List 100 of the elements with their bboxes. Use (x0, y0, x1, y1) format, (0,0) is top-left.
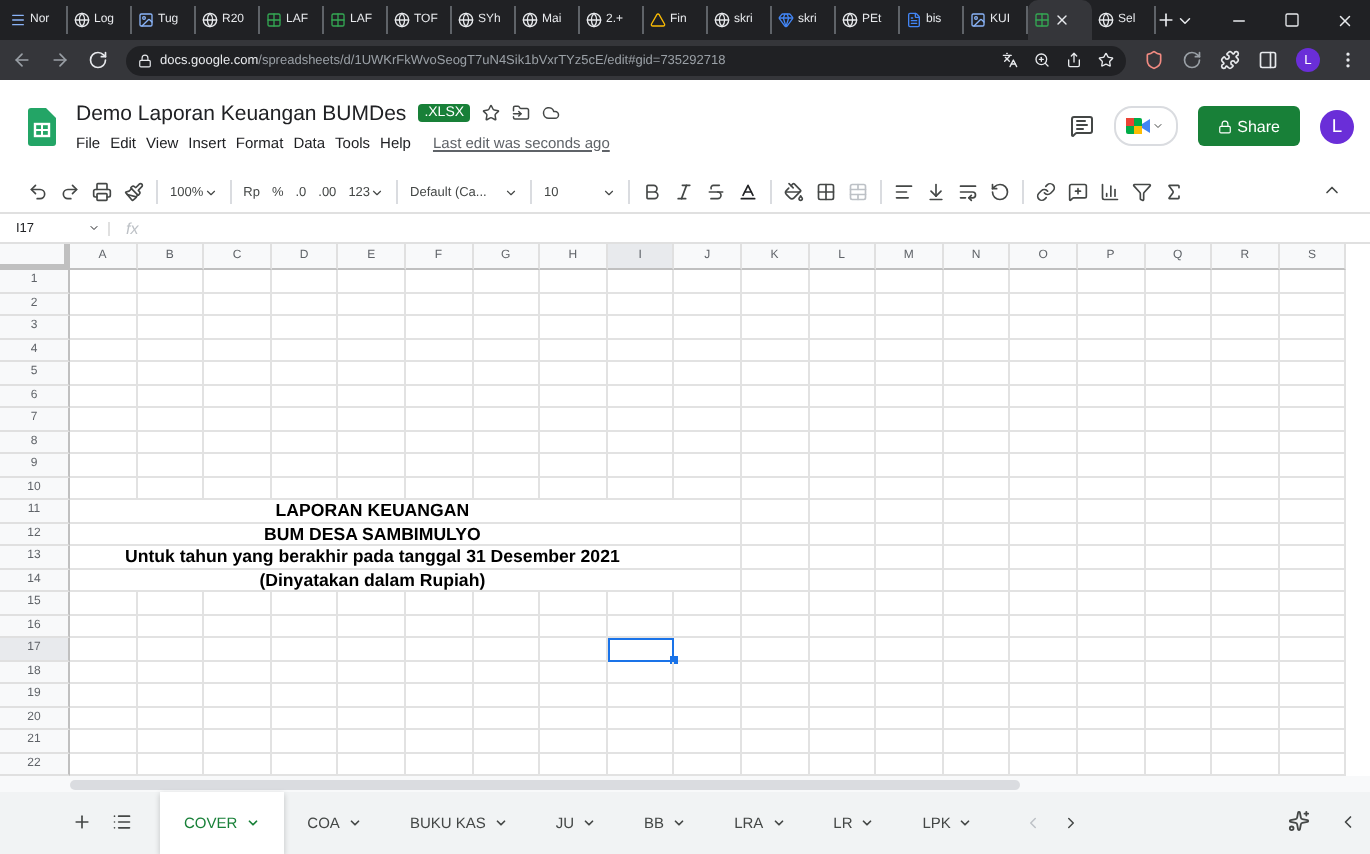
grid-cell[interactable] (943, 500, 1011, 523)
grid-cell[interactable] (607, 615, 675, 638)
grid-cell[interactable] (1077, 500, 1145, 523)
grid-cell[interactable] (741, 270, 810, 293)
grid-cell[interactable] (137, 454, 205, 477)
close-icon[interactable] (1054, 12, 1070, 28)
grid-cell[interactable] (943, 592, 1011, 615)
grid-cell[interactable] (70, 730, 138, 753)
grid-cell[interactable] (1010, 684, 1078, 707)
grid-cell[interactable] (943, 684, 1011, 707)
grid-cell[interactable] (1212, 615, 1280, 638)
grid-cell[interactable] (876, 316, 944, 339)
grid-cell[interactable] (540, 408, 608, 431)
grid-cell[interactable] (809, 730, 877, 753)
grid-cell[interactable] (876, 523, 944, 546)
grid-cell[interactable] (137, 408, 205, 431)
grid-cell[interactable] (204, 270, 272, 293)
sheets-logo-icon[interactable] (28, 107, 56, 145)
grid-cell[interactable] (607, 293, 675, 316)
grid-cell[interactable] (405, 339, 474, 362)
grid-cell[interactable] (540, 431, 608, 454)
grid-cell[interactable] (1212, 431, 1280, 454)
grid-cell[interactable] (271, 431, 339, 454)
merge-cells-icon[interactable] (848, 182, 869, 202)
grid-cell[interactable] (943, 707, 1011, 730)
grid-cell[interactable] (809, 592, 877, 615)
grid-cell[interactable] (1077, 431, 1145, 454)
grid-cell[interactable] (674, 293, 742, 316)
grid-cell[interactable] (1212, 477, 1280, 500)
grid-cell[interactable] (876, 270, 944, 293)
grid-cell[interactable] (674, 661, 742, 684)
grid-cell[interactable] (809, 523, 877, 546)
grid-cell[interactable] (741, 592, 810, 615)
grid-cell[interactable] (405, 661, 474, 684)
grid-cell[interactable] (876, 661, 944, 684)
grid-cell[interactable] (876, 730, 944, 753)
star-icon[interactable] (482, 104, 501, 122)
grid-cell[interactable] (271, 592, 339, 615)
maximize-icon[interactable] (1284, 11, 1300, 27)
grid-cell[interactable] (473, 270, 541, 293)
grid-cell[interactable] (741, 661, 810, 684)
grid-cell[interactable] (137, 293, 205, 316)
grid-cell[interactable] (1077, 523, 1145, 546)
grid-cell[interactable] (1279, 592, 1347, 615)
document-title[interactable]: Demo Laporan Keuangan BUMDes (76, 101, 407, 125)
grid-cell[interactable] (607, 362, 675, 385)
grid-cell[interactable] (405, 316, 474, 339)
translate-icon[interactable] (1002, 52, 1018, 68)
grid-cell[interactable] (405, 707, 474, 730)
grid-cell[interactable] (70, 638, 138, 661)
shield-icon[interactable] (1144, 50, 1164, 70)
grid-cell[interactable] (271, 730, 339, 753)
grid-cell[interactable] (809, 362, 877, 385)
grid-cell[interactable] (1145, 385, 1213, 408)
grid-cell[interactable] (809, 339, 877, 362)
grid-cell[interactable] (338, 615, 406, 638)
grid-cell[interactable] (943, 523, 1011, 546)
explore-icon[interactable] (1288, 809, 1310, 831)
grid-cell[interactable] (70, 270, 138, 293)
grid-cell[interactable] (1212, 408, 1280, 431)
move-folder-icon[interactable] (512, 104, 531, 122)
grid-cell[interactable] (1145, 592, 1213, 615)
grid-cell[interactable] (405, 270, 474, 293)
grid-cell[interactable] (809, 385, 877, 408)
grid-cell[interactable] (1010, 615, 1078, 638)
strikethrough-icon[interactable] (706, 182, 727, 202)
grid-cell[interactable] (1077, 615, 1145, 638)
grid-cell[interactable] (1279, 270, 1347, 293)
grid-cell[interactable] (1212, 385, 1280, 408)
grid-cell[interactable] (1010, 270, 1078, 293)
grid-cell[interactable] (204, 316, 272, 339)
grid-cell[interactable] (876, 408, 944, 431)
print-icon[interactable] (92, 182, 112, 202)
user-avatar[interactable]: L (1320, 109, 1354, 143)
grid-cell[interactable] (70, 684, 138, 707)
grid-cell[interactable] (741, 454, 810, 477)
comment-icon[interactable] (1068, 182, 1089, 202)
grid-cell[interactable] (876, 592, 944, 615)
grid-cell[interactable] (943, 454, 1011, 477)
grid-cell[interactable] (1212, 707, 1280, 730)
grid-cell[interactable] (271, 385, 339, 408)
grid-cell[interactable] (540, 684, 608, 707)
grid-cell[interactable] (1279, 408, 1347, 431)
grid-cell[interactable] (1212, 270, 1280, 293)
grid-cell[interactable] (338, 339, 406, 362)
grid-cell[interactable] (405, 431, 474, 454)
grid-cell[interactable] (674, 546, 742, 569)
grid-cell[interactable] (1145, 661, 1213, 684)
grid-cell[interactable] (1077, 316, 1145, 339)
grid-cell[interactable] (338, 385, 406, 408)
grid-cell[interactable] (1010, 385, 1078, 408)
grid-cell[interactable] (137, 684, 205, 707)
grid-cell[interactable] (809, 546, 877, 569)
grid-cell[interactable] (1010, 362, 1078, 385)
undo-icon[interactable] (28, 182, 48, 202)
grid-cell[interactable] (540, 615, 608, 638)
grid-cell[interactable] (204, 730, 272, 753)
grid-cell[interactable] (876, 546, 944, 569)
grid-cell[interactable] (338, 638, 406, 661)
grid-cell[interactable] (1077, 362, 1145, 385)
